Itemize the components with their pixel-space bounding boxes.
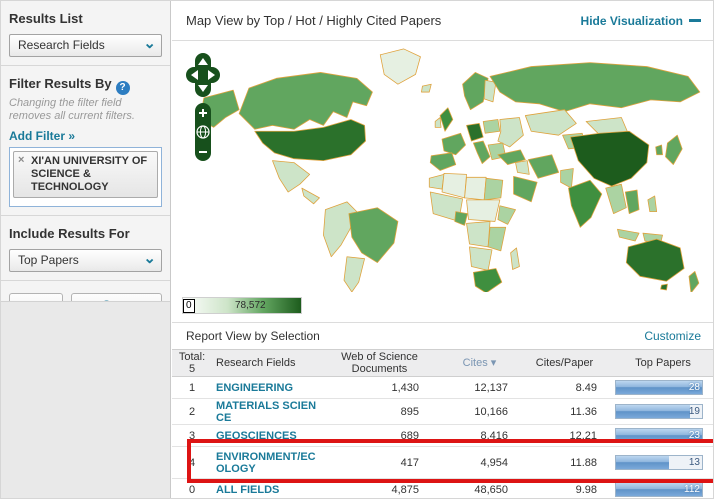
field-link[interactable]: ENGINEERING — [216, 382, 293, 394]
sidebar: Results List Research Fields ⌄ Filter Re… — [1, 1, 171, 499]
filter-tag-label: XI'AN UNIVERSITY OF SCIENCE & TECHNOLOGY — [31, 155, 147, 193]
remove-filter-icon[interactable]: × — [18, 154, 24, 167]
docs-value: 417 — [322, 457, 437, 469]
cites-value: 8,416 — [437, 430, 522, 442]
field-link[interactable]: ALL FIELDS — [216, 484, 279, 496]
top-papers-value: 112 — [684, 484, 700, 495]
map-header: Map View by Top / Hot / Highly Cited Pap… — [172, 1, 714, 41]
docs-value: 895 — [322, 406, 437, 418]
customize-link[interactable]: Customize — [644, 329, 701, 343]
chevron-down-icon: ⌄ — [143, 248, 156, 269]
docs-value: 4,875 — [322, 484, 437, 496]
cites-per-paper-value: 9.98 — [522, 484, 607, 496]
row-rank: 1 — [172, 382, 212, 394]
report-title: Report View by Selection — [186, 329, 320, 343]
table-row-highlighted: 4 ENVIRONMENT/ECOLOGY 417 4,954 11.88 13 — [172, 447, 714, 479]
field-link[interactable]: ENVIRONMENT/ECOLOGY — [216, 451, 316, 475]
results-list-value: Research Fields — [18, 38, 105, 52]
filter-box[interactable]: × XI'AN UNIVERSITY OF SCIENCE & TECHNOLO… — [9, 147, 162, 207]
top-papers-bar: 28 — [615, 380, 703, 395]
legend-min-value: 0 — [183, 299, 195, 313]
top-papers-bar: 19 — [615, 404, 703, 419]
world-map-choropleth[interactable] — [178, 45, 708, 292]
table-header-row: Total:5 Research Fields Web of ScienceDo… — [172, 349, 714, 377]
sidebar-footer-area — [1, 301, 170, 499]
field-link[interactable]: GEOSCIENCES — [216, 430, 297, 442]
cites-per-paper-value: 11.88 — [522, 457, 607, 469]
top-papers-value: 23 — [689, 430, 700, 441]
add-filter-link[interactable]: Add Filter » — [9, 129, 162, 143]
map-view-title: Map View by Top / Hot / Highly Cited Pap… — [186, 13, 441, 28]
docs-value: 1,430 — [322, 382, 437, 394]
col-cites-per-paper: Cites/Paper — [522, 357, 607, 369]
cites-value: 48,650 — [437, 484, 522, 496]
question-icon[interactable]: ? — [116, 81, 130, 95]
col-top-papers: Top Papers — [607, 357, 711, 369]
map-region[interactable]: 0 78,572 — [172, 41, 714, 323]
legend-max-value: 78,572 — [235, 300, 266, 311]
main-panel: Map View by Top / Hot / Highly Cited Pap… — [172, 1, 714, 499]
table-row: 3 GEOSCIENCES 689 8,416 12.21 23 — [172, 425, 714, 447]
minus-icon — [689, 19, 701, 22]
col-cites-sort[interactable]: Cites ▾ — [437, 357, 522, 369]
cites-per-paper-value: 12.21 — [522, 430, 607, 442]
map-legend: 0 78,572 — [182, 297, 302, 314]
col-total: Total:5 — [172, 351, 212, 375]
app-window: Results List Research Fields ⌄ Filter Re… — [0, 0, 714, 499]
hide-visualization-label: Hide Visualization — [581, 14, 683, 28]
top-papers-bar: 13 — [615, 455, 703, 470]
cites-value: 10,166 — [437, 406, 522, 418]
top-papers-value: 13 — [689, 457, 700, 468]
include-results-label: Include Results For — [9, 226, 162, 241]
table-row: 0 ALL FIELDS 4,875 48,650 9.98 112 — [172, 479, 714, 499]
map-pan-zoom-control[interactable] — [186, 53, 220, 163]
results-list-dropdown[interactable]: Research Fields ⌄ — [9, 34, 162, 57]
results-list-label: Results List — [9, 11, 162, 26]
top-papers-value: 19 — [689, 406, 700, 417]
cites-value: 4,954 — [437, 457, 522, 469]
filter-heading: Filter Results By? — [9, 76, 162, 95]
sort-down-icon: ▾ — [491, 357, 497, 369]
hide-visualization-link[interactable]: Hide Visualization — [581, 14, 701, 28]
include-results-value: Top Papers — [18, 253, 79, 267]
table-row: 2 MATERIALS SCIENCE 895 10,166 11.36 19 — [172, 399, 714, 425]
top-papers-bar: 23 — [615, 428, 703, 443]
cites-per-paper-value: 11.36 — [522, 406, 607, 418]
table-row: 1 ENGINEERING 1,430 12,137 8.49 28 — [172, 377, 714, 399]
report-header: Report View by Selection Customize — [172, 323, 714, 349]
col-wos-documents: Web of ScienceDocuments — [322, 351, 437, 375]
filter-tag[interactable]: × XI'AN UNIVERSITY OF SCIENCE & TECHNOLO… — [13, 151, 158, 198]
cites-per-paper-value: 8.49 — [522, 382, 607, 394]
docs-value: 689 — [322, 430, 437, 442]
field-link[interactable]: MATERIALS SCIENCE — [216, 400, 316, 424]
row-rank: 3 — [172, 430, 212, 442]
report-table: Total:5 Research Fields Web of ScienceDo… — [172, 349, 714, 499]
include-results-dropdown[interactable]: Top Papers ⌄ — [9, 249, 162, 272]
filter-note: Changing the filter field removes all cu… — [9, 97, 162, 123]
top-papers-value: 28 — [689, 382, 700, 393]
chevron-down-icon: ⌄ — [143, 33, 156, 54]
row-rank: 2 — [172, 406, 212, 418]
row-rank: 0 — [172, 484, 212, 496]
col-research-fields: Research Fields — [212, 357, 322, 369]
row-rank: 4 — [172, 457, 212, 469]
top-papers-bar: 112 — [615, 482, 703, 497]
cites-value: 12,137 — [437, 382, 522, 394]
